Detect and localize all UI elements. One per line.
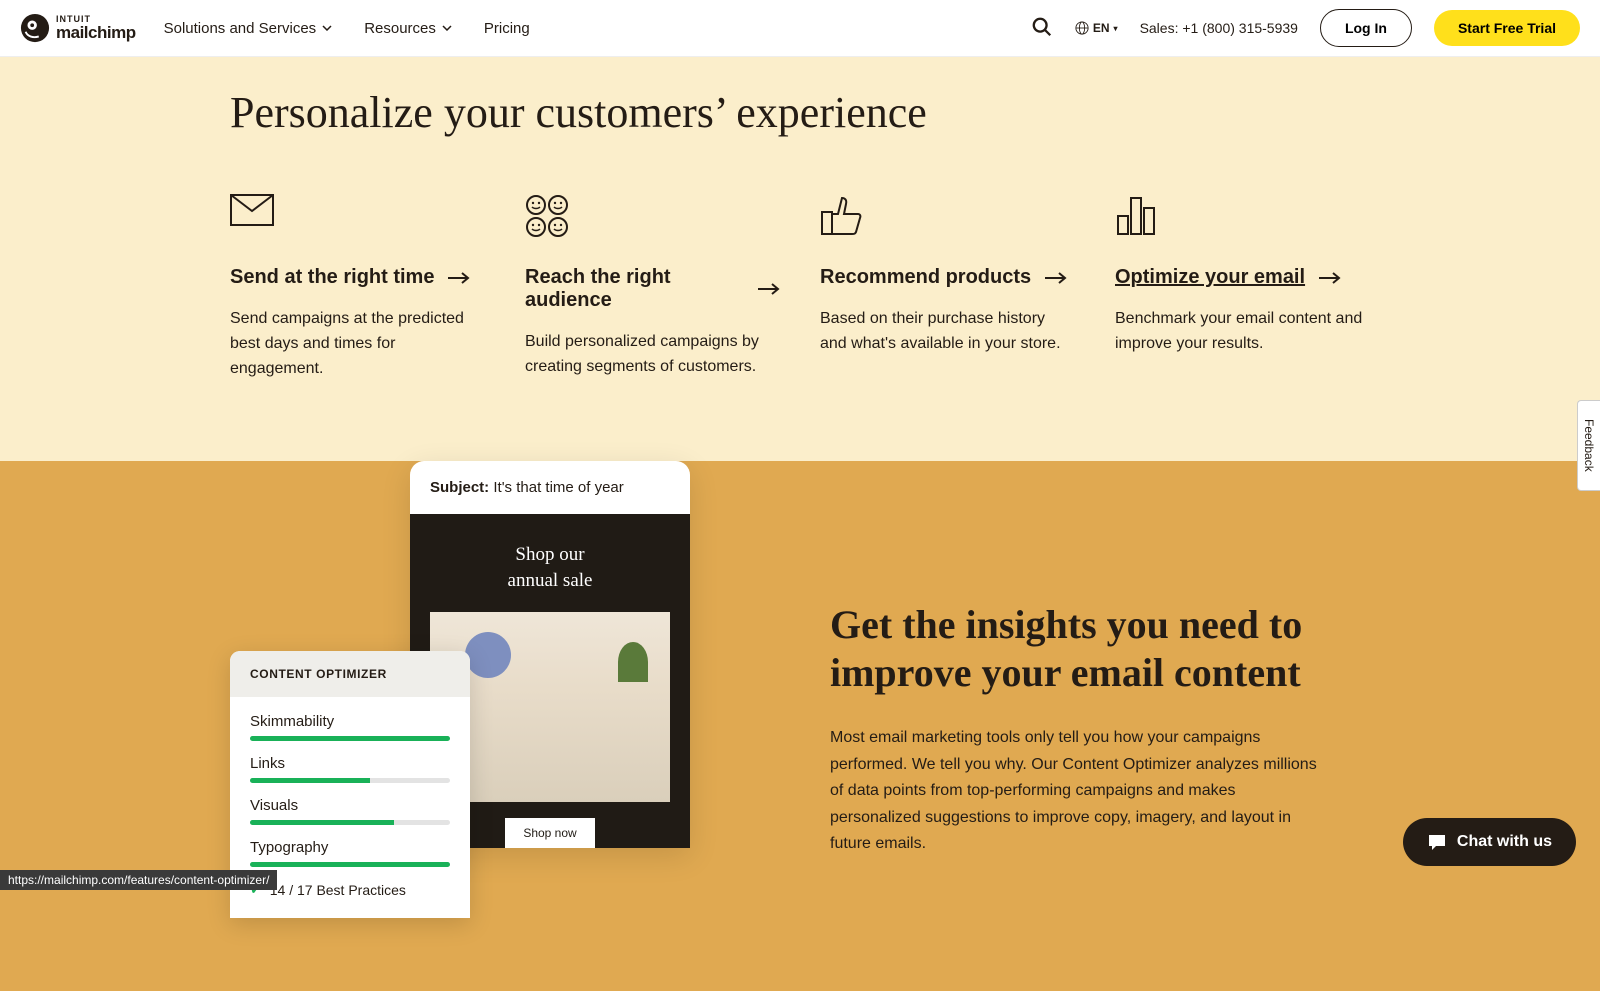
search-icon	[1031, 16, 1053, 38]
card-title-text: Optimize your email	[1115, 266, 1305, 289]
opt-label: Visuals	[250, 797, 450, 814]
nav-solutions[interactable]: Solutions and Services	[164, 20, 333, 37]
card-desc: Based on their purchase history and what…	[820, 307, 1075, 357]
lang-caret: ▾	[1114, 24, 1118, 33]
logo[interactable]: INTUIT mailchimp	[20, 13, 136, 43]
bar-chart-icon	[1115, 194, 1370, 238]
header-right: EN ▾ Sales: +1 (800) 315-5939 Log In Sta…	[1031, 9, 1580, 47]
subject-label: Subject:	[430, 479, 489, 496]
main-header: INTUIT mailchimp Solutions and Services …	[0, 0, 1600, 57]
nav-resources[interactable]: Resources	[364, 20, 452, 37]
chevron-down-icon	[322, 25, 332, 31]
lang-label: EN	[1093, 21, 1110, 35]
card-audience: Reach the right audience Build personali…	[525, 194, 780, 381]
arrow-right-icon	[758, 282, 780, 296]
email-subject: Subject: It's that time of year	[410, 461, 690, 514]
main-nav: Solutions and Services Resources Pricing	[164, 20, 530, 37]
card-desc: Send campaigns at the predicted best day…	[230, 307, 485, 381]
insights-desc: Most email marketing tools only tell you…	[830, 725, 1330, 857]
opt-fill	[250, 778, 370, 783]
login-button[interactable]: Log In	[1320, 9, 1412, 47]
chat-icon	[1427, 832, 1447, 852]
nav-label: Pricing	[484, 20, 530, 37]
insights-text: Get the insights you need to improve you…	[830, 551, 1370, 857]
feedback-tab[interactable]: Feedback	[1577, 400, 1600, 491]
faces-icon	[525, 194, 780, 238]
insights-title: Get the insights you need to improve you…	[830, 601, 1370, 697]
optimizer-row: Typography	[250, 839, 450, 867]
card-title-link[interactable]: Recommend products	[820, 266, 1075, 289]
card-desc: Benchmark your email content and improve…	[1115, 307, 1370, 357]
opt-label: Typography	[250, 839, 450, 856]
subject-text: It's that time of year	[489, 479, 624, 496]
start-trial-button[interactable]: Start Free Trial	[1434, 10, 1580, 46]
nav-label: Solutions and Services	[164, 20, 317, 37]
optimizer-row: Skimmability	[250, 713, 450, 741]
logo-mailchimp: mailchimp	[56, 24, 136, 41]
optimizer-row: Links	[250, 755, 450, 783]
card-title-link[interactable]: Optimize your email	[1115, 266, 1370, 289]
optimizer-row: Visuals	[250, 797, 450, 825]
card-send-time: Send at the right time Send campaigns at…	[230, 194, 485, 381]
arrow-right-icon	[448, 271, 470, 285]
envelope-icon	[230, 194, 485, 238]
card-recommend: Recommend products Based on their purcha…	[820, 194, 1075, 381]
personalize-title: Personalize your customers’ experience	[230, 87, 1370, 138]
opt-fill	[250, 820, 394, 825]
card-title-link[interactable]: Reach the right audience	[525, 266, 780, 312]
opt-fill	[250, 736, 450, 741]
language-selector[interactable]: EN ▾	[1075, 21, 1118, 35]
card-desc: Build personalized campaigns by creating…	[525, 330, 780, 380]
hero-line1: Shop our	[515, 544, 584, 565]
nav-pricing[interactable]: Pricing	[484, 20, 530, 37]
optimizer-header: CONTENT OPTIMIZER	[230, 651, 470, 697]
card-title-text: Recommend products	[820, 266, 1031, 289]
card-title-link[interactable]: Send at the right time	[230, 266, 485, 289]
opt-fill	[250, 862, 450, 867]
card-optimize: Optimize your email Benchmark your email…	[1115, 194, 1370, 381]
thumbs-up-icon	[820, 194, 1075, 238]
opt-label: Skimmability	[250, 713, 450, 730]
insights-visual: Subject: It's that time of year Shop our…	[230, 551, 770, 931]
status-bar-url: https://mailchimp.com/features/content-o…	[0, 870, 277, 890]
card-title-text: Reach the right audience	[525, 266, 744, 312]
chat-button[interactable]: Chat with us	[1403, 818, 1576, 866]
globe-icon	[1075, 21, 1089, 35]
shop-now-button: Shop now	[505, 818, 594, 848]
mailchimp-logo-icon	[20, 13, 50, 43]
feature-cards: Send at the right time Send campaigns at…	[230, 194, 1370, 381]
logo-text: INTUIT mailchimp	[56, 15, 136, 41]
header-left: INTUIT mailchimp Solutions and Services …	[20, 13, 530, 43]
hero-line2: annual sale	[508, 570, 593, 591]
personalize-section: Personalize your customers’ experience S…	[0, 57, 1600, 461]
arrow-right-icon	[1045, 271, 1067, 285]
search-button[interactable]	[1031, 16, 1053, 41]
arrow-right-icon	[1319, 271, 1341, 285]
insights-section: Subject: It's that time of year Shop our…	[0, 461, 1600, 991]
opt-label: Links	[250, 755, 450, 772]
sales-phone[interactable]: Sales: +1 (800) 315-5939	[1140, 20, 1298, 36]
chat-label: Chat with us	[1457, 833, 1552, 851]
chevron-down-icon	[442, 25, 452, 31]
nav-label: Resources	[364, 20, 436, 37]
card-title-text: Send at the right time	[230, 266, 434, 289]
